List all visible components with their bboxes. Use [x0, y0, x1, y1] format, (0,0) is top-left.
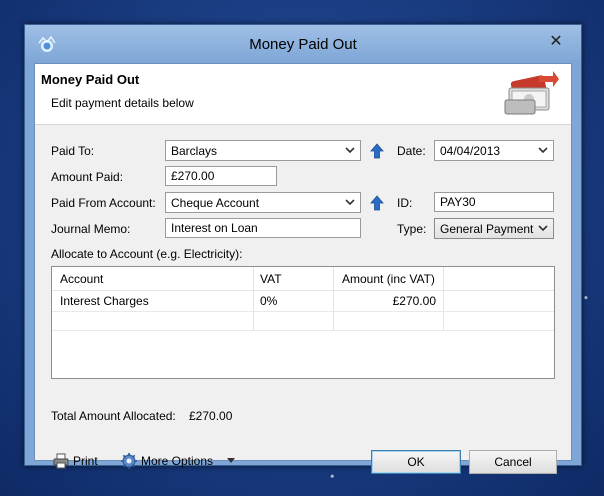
column-divider: [333, 267, 334, 330]
journal-memo-label: Journal Memo:: [51, 222, 131, 236]
cancel-button[interactable]: Cancel: [469, 450, 557, 474]
column-divider: [253, 267, 254, 330]
paid-from-account-label: Paid From Account:: [51, 196, 156, 210]
up-arrow-icon[interactable]: [370, 195, 384, 211]
table-cell-amount[interactable]: £270.00: [336, 291, 436, 311]
total-allocated-value: £270.00: [189, 409, 233, 423]
window-title: Money Paid Out: [249, 36, 357, 53]
gear-icon: [121, 453, 137, 469]
id-label: ID:: [397, 196, 413, 210]
close-icon: ✕: [549, 33, 563, 50]
amount-paid-label: Amount Paid:: [51, 170, 124, 184]
title-bar[interactable]: Money Paid Out ✕: [25, 25, 581, 63]
chevron-down-icon: [345, 147, 355, 154]
header-title: Money Paid Out: [41, 72, 140, 87]
table-cell-vat[interactable]: 0%: [260, 291, 330, 311]
chevron-down-icon: [538, 225, 548, 232]
paid-to-dropdown[interactable]: Barclays: [165, 140, 361, 161]
up-arrow-icon[interactable]: [370, 143, 384, 159]
date-picker[interactable]: 04/04/2013: [434, 140, 554, 161]
ok-button[interactable]: OK: [371, 450, 461, 474]
paid-to-label: Paid To:: [51, 144, 95, 158]
total-allocated-label: Total Amount Allocated:: [51, 409, 176, 423]
table-cell-account[interactable]: Interest Charges: [60, 291, 250, 311]
chevron-down-icon: [538, 147, 548, 154]
paid-to-value: Barclays: [171, 144, 218, 158]
money-paid-out-window: Money Paid Out ✕ Money Paid Out Edit pay…: [24, 24, 582, 474]
printer-icon: [53, 453, 69, 469]
header-panel: Money Paid Out Edit payment details belo…: [35, 64, 571, 125]
date-value: 04/04/2013: [440, 144, 501, 158]
id-input[interactable]: [434, 192, 554, 212]
row-divider: [52, 330, 554, 331]
column-header-account[interactable]: Account: [60, 267, 250, 291]
date-label: Date:: [397, 144, 426, 158]
more-options-label: More Options: [141, 454, 214, 468]
journal-memo-input[interactable]: [165, 218, 361, 238]
column-header-vat[interactable]: VAT: [260, 267, 330, 291]
allocation-table[interactable]: Account VAT Amount (inc VAT) Interest Ch…: [51, 266, 555, 379]
amount-paid-input[interactable]: [165, 166, 277, 186]
header-subtitle: Edit payment details below: [51, 96, 194, 110]
close-button[interactable]: ✕: [539, 31, 573, 53]
print-label: Print: [73, 454, 98, 468]
column-divider: [443, 267, 444, 330]
chevron-down-icon: [345, 199, 355, 206]
dialog-body: Money Paid Out Edit payment details belo…: [34, 63, 572, 474]
money-payment-icon: [504, 71, 559, 115]
dropdown-triangle-icon: [227, 458, 235, 463]
more-options-button[interactable]: More Options: [121, 450, 245, 472]
type-label: Type:: [397, 222, 427, 236]
paid-from-account-value: Cheque Account: [171, 196, 260, 210]
column-header-amount[interactable]: Amount (inc VAT): [342, 267, 452, 291]
paid-from-account-dropdown[interactable]: Cheque Account: [165, 192, 361, 213]
type-value: General Payment: [440, 222, 534, 236]
type-dropdown[interactable]: General Payment: [434, 218, 554, 239]
row-divider: [52, 311, 554, 312]
allocate-label: Allocate to Account (e.g. Electricity):: [51, 247, 243, 261]
